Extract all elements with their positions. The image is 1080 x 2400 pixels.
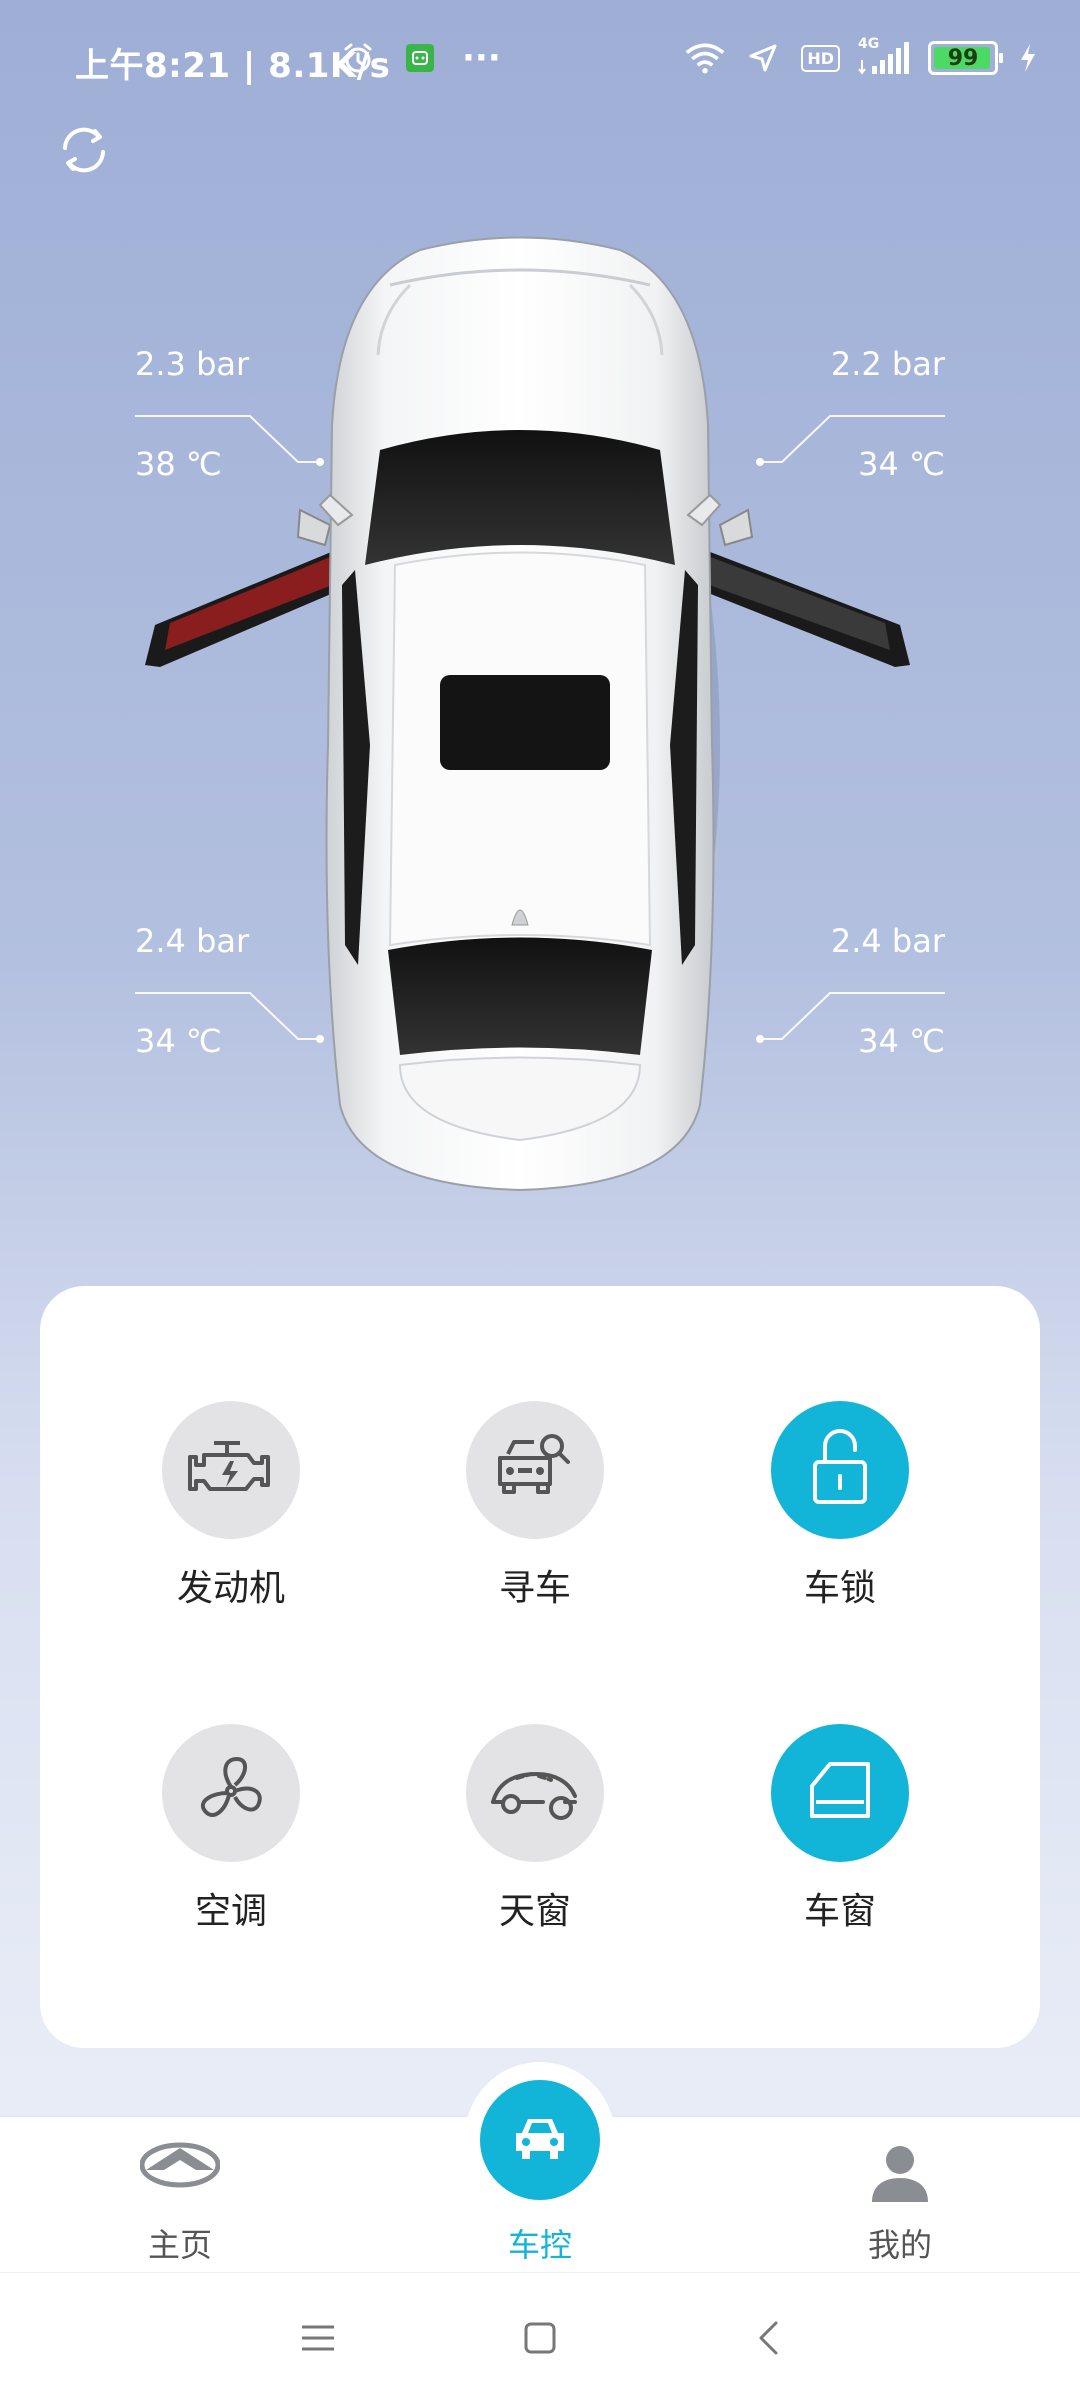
battery-indicator: 99 <box>928 41 1003 75</box>
left-door-open <box>145 508 352 667</box>
refresh-icon[interactable] <box>52 118 116 182</box>
signal-icon: 4G <box>858 36 910 78</box>
car-lock-button[interactable]: 车锁 <box>740 1401 940 1611</box>
sunroof-label: 天窗 <box>498 1891 571 1932</box>
engine-button[interactable]: 发动机 <box>131 1401 331 1611</box>
user-icon <box>800 2140 1000 2220</box>
window-icon <box>802 1756 878 1830</box>
status-bar: 上午8:21 | 8.1K/s ··· HD 4G 99 <box>0 0 1080 120</box>
infiniti-logo-icon <box>80 2140 280 2220</box>
nav-profile[interactable]: 我的 <box>800 2140 1000 2266</box>
nav-car-control-button[interactable] <box>480 2080 600 2200</box>
right-door-open <box>688 508 910 667</box>
nav-car-control-label: 车控 <box>507 2226 572 2264</box>
nav-home-label: 主页 <box>147 2226 212 2264</box>
hd-badge: HD <box>801 44 840 72</box>
engine-icon <box>186 1433 276 1507</box>
find-car-label: 寻车 <box>498 1568 571 1609</box>
vehicle-control-panel: 发动机 寻车 车锁 空调 天窗 车窗 <box>40 1286 1040 2048</box>
location-icon <box>743 38 783 78</box>
tire-pressure: 2.4 bar <box>135 922 250 960</box>
unlock-icon <box>805 1426 875 1514</box>
menu-icon[interactable] <box>288 2313 348 2363</box>
more-dots: ··· <box>462 38 501 78</box>
tire-pressure: 2.2 bar <box>830 345 945 383</box>
engine-label: 发动机 <box>176 1568 285 1609</box>
air-conditioning-label: 空调 <box>194 1891 267 1932</box>
back-icon[interactable] <box>738 2313 798 2363</box>
tire-temperature: 34 ℃ <box>858 1022 945 1060</box>
system-navigation-bar <box>0 2272 1080 2400</box>
tire-pressure: 2.3 bar <box>135 345 250 383</box>
fan-icon <box>191 1751 271 1835</box>
tire-pressure: 2.4 bar <box>830 922 945 960</box>
nav-car-control[interactable]: 车控 <box>440 2220 640 2266</box>
tire-temperature: 34 ℃ <box>858 445 945 483</box>
sunroof-icon <box>487 1756 583 1830</box>
wifi-icon <box>685 38 725 78</box>
car-icon <box>510 2113 570 2167</box>
air-conditioning-button[interactable]: 空调 <box>131 1724 331 1934</box>
alarm-icon <box>338 38 378 78</box>
find-car-button[interactable]: 寻车 <box>435 1401 635 1611</box>
car-window-label: 车窗 <box>803 1891 876 1932</box>
nav-home[interactable]: 主页 <box>80 2140 280 2266</box>
car-window-button[interactable]: 车窗 <box>740 1724 940 1934</box>
car-lock-label: 车锁 <box>803 1568 876 1609</box>
sunroof-button[interactable]: 天窗 <box>435 1724 635 1934</box>
tire-temperature: 34 ℃ <box>135 1022 222 1060</box>
nav-profile-label: 我的 <box>867 2226 932 2264</box>
charging-icon <box>1016 38 1040 78</box>
find-car-icon <box>490 1428 580 1512</box>
home-square-icon[interactable] <box>510 2313 570 2363</box>
tire-temperature: 38 ℃ <box>135 445 222 483</box>
app-notification-icon <box>400 38 440 78</box>
